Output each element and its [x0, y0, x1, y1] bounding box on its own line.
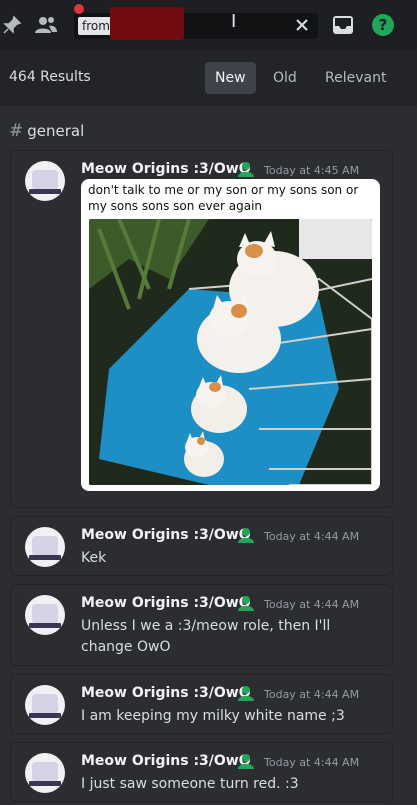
- close-icon[interactable]: [290, 13, 314, 37]
- cats-photo: [89, 219, 372, 485]
- message-timestamp: Today at 4:44 AM: [264, 598, 360, 611]
- author-name[interactable]: Meow Origins :3/OwO: [81, 527, 251, 543]
- role-badge-icon: [237, 161, 255, 177]
- message-timestamp: Today at 4:45 AM: [264, 164, 360, 177]
- channel-name: general: [27, 122, 85, 140]
- search-results-header: 464 Results New Old Relevant: [0, 50, 417, 106]
- message-text: I just saw someone turn red. :3: [81, 776, 299, 792]
- channel-hash-icon: #: [9, 121, 24, 141]
- help-icon[interactable]: ?: [371, 13, 395, 37]
- avatar[interactable]: [25, 595, 65, 635]
- meme-caption: don't talk to me or my son or my sons so…: [88, 183, 359, 213]
- channel-header[interactable]: # general: [9, 121, 84, 141]
- sort-new-button[interactable]: New: [205, 62, 256, 94]
- sort-relevant-button[interactable]: Relevant: [315, 62, 396, 94]
- author-name[interactable]: Meow Origins :3/OwO: [81, 685, 251, 701]
- text-cursor-icon: I: [231, 11, 237, 32]
- avatar[interactable]: [25, 685, 65, 725]
- message-timestamp: Today at 4:44 AM: [264, 530, 360, 543]
- author-name[interactable]: Meow Origins :3/OwO: [81, 753, 251, 769]
- search-result-message[interactable]: Meow Origins :3/OwO Today at 4:44 AM Kek: [10, 516, 393, 576]
- search-result-message[interactable]: Meow Origins :3/OwO Today at 4:44 AM I j…: [10, 742, 393, 802]
- sort-old-button[interactable]: Old: [263, 62, 307, 94]
- message-text: I am keeping my milky white name ;3: [81, 708, 345, 724]
- redacted-username: [110, 7, 184, 40]
- avatar[interactable]: [25, 161, 65, 201]
- search-result-message[interactable]: Meow Origins :3/OwO Today at 4:44 AM I a…: [10, 674, 393, 734]
- message-timestamp: Today at 4:44 AM: [264, 688, 360, 701]
- search-result-message[interactable]: Meow Origins :3/OwO Today at 4:44 AM Unl…: [10, 584, 393, 666]
- message-text: Kek: [81, 550, 107, 566]
- inbox-icon[interactable]: [331, 13, 355, 37]
- svg-text:?: ?: [379, 16, 388, 34]
- author-name[interactable]: Meow Origins :3/OwO: [81, 595, 251, 611]
- message-timestamp: Today at 4:44 AM: [264, 756, 360, 769]
- top-bar: from: I ?: [0, 0, 417, 50]
- role-badge-icon: [237, 595, 255, 611]
- role-badge-icon: [237, 685, 255, 701]
- avatar[interactable]: [25, 753, 65, 793]
- role-badge-icon: [237, 753, 255, 769]
- avatar[interactable]: [25, 527, 65, 567]
- results-count: 464 Results: [9, 69, 91, 85]
- search-result-message[interactable]: Meow Origins :3/OwO Today at 4:45 AM don…: [10, 150, 393, 508]
- role-badge-icon: [237, 527, 255, 543]
- pin-icon[interactable]: [0, 13, 24, 37]
- notification-dot: [74, 4, 84, 14]
- author-name[interactable]: Meow Origins :3/OwO: [81, 161, 251, 177]
- member-list-icon[interactable]: [34, 13, 58, 37]
- message-text: Unless I we a :3/meow role, then I'll ch…: [81, 618, 331, 655]
- image-attachment[interactable]: don't talk to me or my son or my sons so…: [81, 179, 380, 491]
